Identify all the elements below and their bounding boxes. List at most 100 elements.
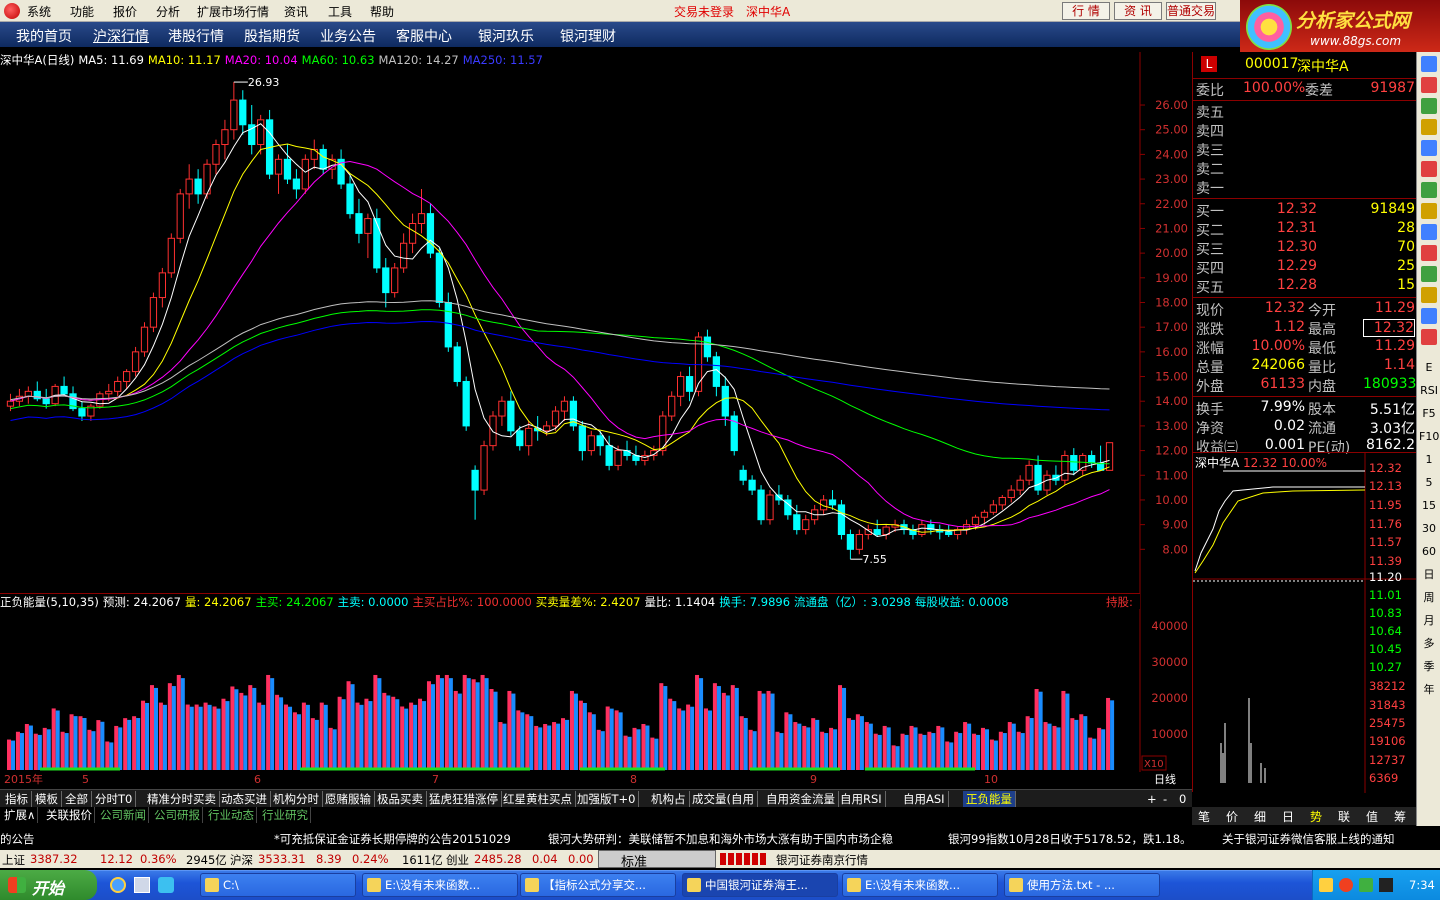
- menu-function[interactable]: 功能: [70, 3, 94, 20]
- news-item[interactable]: *可充抵保证金证券长期停牌的公告20151029: [274, 831, 511, 847]
- mini-view-button[interactable]: 值: [1366, 808, 1378, 825]
- news-item[interactable]: 的公告: [0, 831, 35, 847]
- menu-tools[interactable]: 工具: [328, 3, 352, 20]
- tray-security-icon[interactable]: [1359, 878, 1373, 892]
- toolbar-button[interactable]: 多: [1419, 634, 1439, 654]
- info-tab[interactable]: 扩展∧: [2, 807, 39, 823]
- taskbar-window-button[interactable]: C:\: [200, 873, 356, 897]
- indicator-tab[interactable]: 成交量(自用: [689, 791, 758, 807]
- taskbar-window-button[interactable]: E:\没有未来函数...: [362, 873, 518, 897]
- menu-quote[interactable]: 报价: [113, 3, 137, 20]
- nav-yinhe-jiule[interactable]: 银河玖乐: [478, 26, 534, 46]
- toolbar-button[interactable]: RSI: [1419, 381, 1439, 401]
- info-tab[interactable]: 行业动态: [206, 807, 257, 823]
- menu-news[interactable]: 资讯: [284, 3, 308, 20]
- mini-view-button[interactable]: 价: [1226, 808, 1238, 825]
- nav-hk-market[interactable]: 港股行情: [168, 26, 224, 46]
- indicator-tab[interactable]: 自用资金流量: [763, 791, 839, 807]
- mini-view-button[interactable]: 势: [1310, 808, 1322, 825]
- indicator-tab[interactable]: 全部: [62, 791, 92, 807]
- taskbar-window-button[interactable]: E:\没有未来函数...: [842, 873, 998, 897]
- toolbar-icon[interactable]: [1421, 56, 1437, 72]
- toolbar-button[interactable]: F5: [1419, 404, 1439, 424]
- nav-service[interactable]: 客服中心: [396, 26, 452, 46]
- kline-chart[interactable]: 26.00 25.00 24.00 23.00 22.00 21.00 20.00 19.00…: [0, 52, 1192, 788]
- intraday-mini-chart[interactable]: 深中华A 12.32 10.00% 12.32 12.13 11.95 11.76 11…: [1192, 452, 1417, 793]
- brand-banner[interactable]: 分析家公式网 www.88gs.com: [1240, 0, 1440, 54]
- cy-index-name[interactable]: 创业: [446, 852, 469, 868]
- sh-index-name[interactable]: 上证: [2, 852, 25, 868]
- toolbar-icon[interactable]: [1421, 140, 1437, 156]
- toolbar-icon[interactable]: [1421, 224, 1437, 240]
- nav-announcements[interactable]: 业务公告: [320, 26, 376, 46]
- menu-extended-market[interactable]: 扩展市场行情: [197, 3, 269, 20]
- info-tab[interactable]: 关联报价: [44, 807, 95, 823]
- toolbar-button[interactable]: 60: [1419, 542, 1439, 562]
- indicator-tab[interactable]: 正负能量: [963, 791, 1016, 807]
- tab-control-button[interactable]: -: [1160, 791, 1170, 807]
- toolbar-button[interactable]: 季: [1419, 657, 1439, 677]
- indicator-tab[interactable]: 红星黄柱买点: [500, 791, 576, 807]
- tray-app-icon[interactable]: [1319, 878, 1333, 892]
- tray-volume-icon[interactable]: [1379, 878, 1393, 892]
- toolbar-button[interactable]: 周: [1419, 588, 1439, 608]
- toolbar-button[interactable]: E: [1419, 358, 1439, 378]
- toolbar-icon[interactable]: [1421, 266, 1437, 282]
- toolbar-icon[interactable]: [1421, 161, 1437, 177]
- taskbar-window-button[interactable]: 使用方法.txt - ...: [1004, 873, 1160, 897]
- news-item[interactable]: 银河99指数10月28日收于5178.52，跌1.18。: [948, 831, 1192, 847]
- info-tab[interactable]: 公司研报: [152, 807, 203, 823]
- trade-button[interactable]: 普通交易: [1166, 2, 1216, 20]
- toolbar-button[interactable]: 30: [1419, 519, 1439, 539]
- menu-system[interactable]: 系统: [27, 3, 51, 20]
- toolbar-icon[interactable]: [1421, 287, 1437, 303]
- indicator-tab[interactable]: 机构分时: [270, 791, 323, 807]
- toolbar-button[interactable]: 年: [1419, 680, 1439, 700]
- menu-analysis[interactable]: 分析: [156, 3, 180, 20]
- taskbar-window-button[interactable]: 中国银河证券海王...: [682, 873, 838, 897]
- toolbar-icon[interactable]: [1421, 329, 1437, 345]
- toolbar-icon[interactable]: [1421, 203, 1437, 219]
- indicator-tab[interactable]: 猛虎狂猎涨停: [426, 791, 502, 807]
- toolbar-button[interactable]: 5: [1419, 473, 1439, 493]
- indicator-tab[interactable]: 模板: [32, 791, 62, 807]
- indicator-tab[interactable]: 愿赌服输: [322, 791, 375, 807]
- mini-view-button[interactable]: 联: [1338, 808, 1350, 825]
- info-tab[interactable]: 公司新闻: [98, 807, 149, 823]
- indicator-tab[interactable]: 极品买卖: [374, 791, 427, 807]
- indicator-tab[interactable]: 指标: [2, 791, 32, 807]
- info-tab[interactable]: 行业研究: [260, 807, 311, 823]
- mode-standard-button[interactable]: 标准: [598, 850, 716, 870]
- indicator-tab[interactable]: 自用ASI: [900, 791, 949, 807]
- toolbar-button[interactable]: 月: [1419, 611, 1439, 631]
- mini-view-button[interactable]: 细: [1254, 808, 1266, 825]
- toolbar-icon[interactable]: [1421, 245, 1437, 261]
- nav-yinhe-licai[interactable]: 银河理财: [560, 26, 616, 46]
- nav-sh-sz-market[interactable]: 沪深行情: [93, 26, 149, 46]
- indicator-tab[interactable]: 精准分时买卖: [144, 791, 220, 807]
- nav-index-futures[interactable]: 股指期货: [244, 26, 300, 46]
- tray-net-icon[interactable]: [1339, 878, 1353, 892]
- toolbar-icon[interactable]: [1421, 77, 1437, 93]
- toolbar-button[interactable]: 1: [1419, 450, 1439, 470]
- menu-help[interactable]: 帮助: [370, 3, 394, 20]
- indicator-tab[interactable]: 加强版T+0: [574, 791, 640, 807]
- nav-home[interactable]: 我的首页: [16, 26, 72, 46]
- taskbar-window-button[interactable]: 【指标公式分享交...: [520, 873, 676, 897]
- mini-view-button[interactable]: 日: [1282, 808, 1294, 825]
- news-item[interactable]: 关于银河证券微信客服上线的通知: [1222, 831, 1395, 847]
- info-button[interactable]: 资 讯: [1114, 2, 1162, 20]
- mini-view-button[interactable]: 筹: [1394, 808, 1406, 825]
- indicator-tab[interactable]: 自用RSI: [837, 791, 886, 807]
- tab-control-button[interactable]: 0: [1176, 791, 1189, 807]
- toolbar-button[interactable]: 日: [1419, 565, 1439, 585]
- news-item[interactable]: 银河大势研判：美联储暂不加息和海外市场大涨有助于国内市场企稳: [548, 831, 893, 847]
- indicator-tab[interactable]: 机构占: [648, 791, 690, 807]
- clock[interactable]: 7:34: [1409, 878, 1435, 892]
- toolbar-icon[interactable]: [1421, 119, 1437, 135]
- indicator-tab[interactable]: 分时T0: [92, 791, 137, 807]
- mini-view-button[interactable]: 笔: [1198, 808, 1210, 825]
- toolbar-icon[interactable]: [1421, 98, 1437, 114]
- toolbar-icon[interactable]: [1421, 182, 1437, 198]
- quote-button[interactable]: 行 情: [1062, 2, 1110, 20]
